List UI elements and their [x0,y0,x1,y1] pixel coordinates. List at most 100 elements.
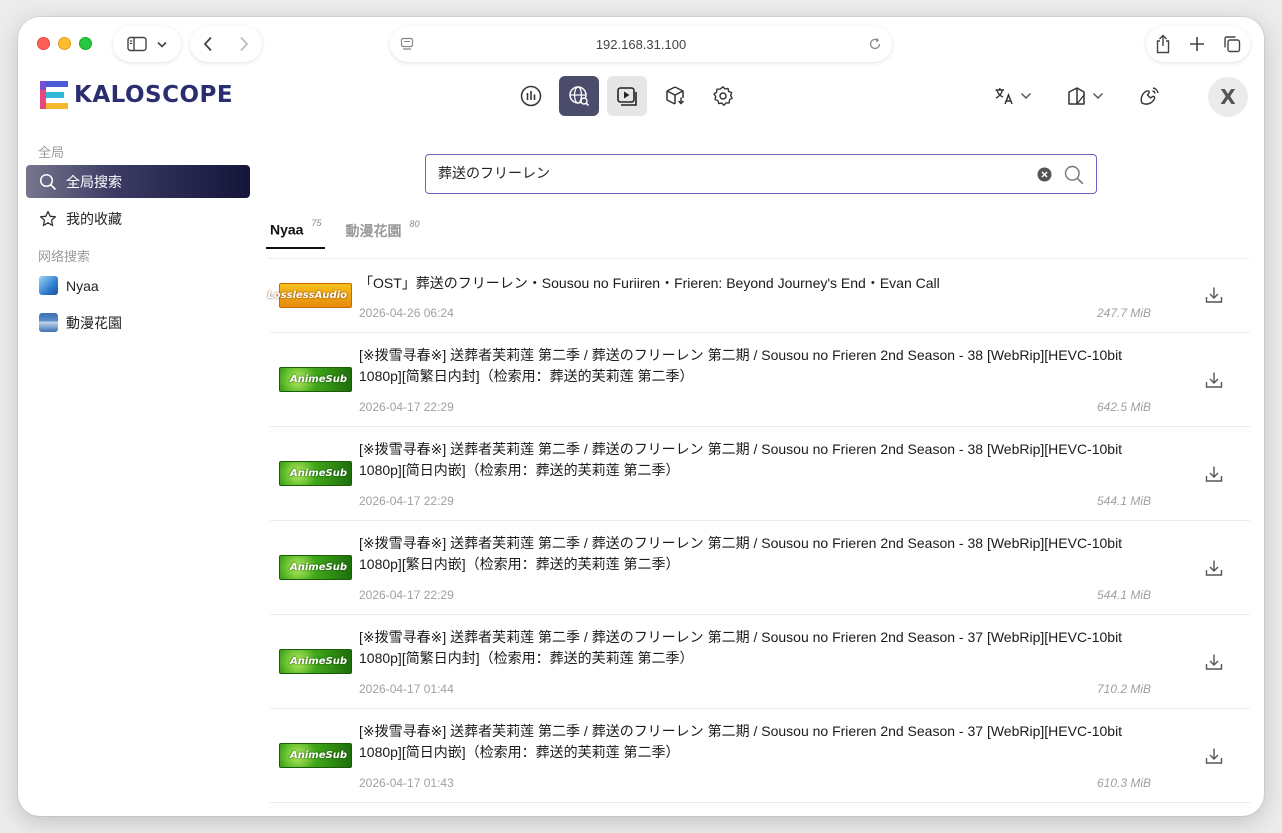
result-date: 2026-04-17 22:29 [359,400,454,414]
user-avatar[interactable]: X [1208,77,1248,117]
download-button[interactable] [1205,371,1223,394]
results-list: Lossless Audio 「OST」葬送のフリーレン・Sousou no Fu… [267,259,1250,803]
download-icon [1205,466,1223,482]
result-row[interactable]: Lossless Audio 「OST」葬送のフリーレン・Sousou no Fu… [267,259,1250,333]
connection-button[interactable] [1138,77,1162,115]
result-row[interactable]: Anime Sub [※拨雪寻春※] 送葬者芙莉莲 第二季 / 葬送のフリーレン … [270,615,1250,709]
download-button[interactable] [1205,747,1223,770]
download-button[interactable] [1205,653,1223,676]
share-icon [1156,34,1170,54]
nav-web-search-button[interactable] [559,76,599,116]
sidebar-item-label: 動漫花園 [66,314,122,331]
download-icon [1205,748,1223,764]
result-title[interactable]: [※拨雪寻春※] 送葬者芙莉莲 第二季 / 葬送のフリーレン 第二期 / Sou… [359,627,1154,669]
tab-count: 75 [311,218,322,228]
category-badge: Anime Sub [279,649,352,674]
logo-text: KALOSCOPE [74,82,234,108]
result-size: 610.3 MiB [1096,776,1151,790]
chevron-left-icon [203,36,212,52]
plus-icon [1190,37,1204,51]
result-row[interactable]: Anime Sub [※拨雪寻春※] 送葬者芙莉莲 第二季 / 葬送のフリーレン … [270,521,1250,615]
result-title[interactable]: [※拨雪寻春※] 送葬者芙莉莲 第二季 / 葬送のフリーレン 第二期 / Sou… [359,439,1154,481]
box-download-icon [666,86,685,105]
url-text: 192.168.31.100 [595,36,687,52]
result-date: 2026-04-17 01:44 [359,682,454,696]
sidebar-item-nyaa[interactable]: Nyaa [26,269,250,302]
search-submit-button[interactable] [1064,165,1084,190]
theme-selector[interactable] [1066,77,1104,115]
chevron-down-icon [1020,92,1032,100]
tab-dmhy[interactable]: 動漫花園 80 [341,217,423,249]
search-icon [1064,165,1084,185]
tab-label: 動漫花園 [345,223,402,239]
sidebar-item-favorites[interactable]: 我的收藏 [26,202,250,235]
tab-count: 80 [409,219,420,230]
traffic-lights [37,37,92,50]
result-size: 544.1 MiB [1096,588,1151,602]
play-icon [617,87,637,106]
sidebar-item-global-search[interactable]: 全局搜索 [26,165,250,198]
sidebar-item-label: 我的收藏 [66,210,122,227]
sidebar-item-dmhy[interactable]: 動漫花園 [26,306,250,339]
reload-icon[interactable] [868,37,882,51]
result-title[interactable]: [※拨雪寻春※] 送葬者芙莉莲 第二季 / 葬送のフリーレン 第二期 / Sou… [359,721,1154,763]
download-button[interactable] [1205,286,1223,309]
sidebar-toggle-button[interactable] [113,26,181,62]
sidebar-icon [127,36,147,52]
tab-nyaa[interactable]: Nyaa 75 [266,217,326,249]
stats-icon [520,85,542,107]
tab-overview-button[interactable] [1223,35,1241,53]
gear-icon [713,86,733,106]
category-badge: Anime Sub [279,555,352,580]
result-size: 247.7 MiB [1096,306,1151,320]
share-button[interactable] [1155,34,1171,54]
globe-search-icon [569,86,590,107]
back-button[interactable] [203,36,213,52]
clear-icon [1037,167,1052,182]
sidebar: 全局 全局搜索 我的收藏 网络搜索 Nyaa 動漫花園 [26,135,250,343]
download-button[interactable] [1205,465,1223,488]
result-date: 2026-04-17 01:43 [359,776,454,790]
category-badge: Lossless Audio [267,283,352,308]
page-menu-icon[interactable] [400,37,414,51]
search-box [425,154,1097,194]
title-bar: 192.168.31.100 [18,17,1264,73]
source-tabs: Nyaa 75 動漫花園 80 [266,217,440,249]
search-input[interactable] [438,165,1018,181]
minimize-window-button[interactable] [58,37,71,50]
tabs-icon [1224,36,1241,53]
new-tab-button[interactable] [1189,36,1205,52]
result-row[interactable]: Anime Sub [※拨雪寻春※] 送葬者芙莉莲 第二季 / 葬送のフリーレン … [270,427,1250,521]
dmhy-site-icon [38,313,58,332]
nav-stats-button[interactable] [511,76,551,116]
address-bar[interactable]: 192.168.31.100 [390,26,892,62]
download-icon [1205,654,1223,670]
chevron-down-icon [157,41,167,48]
nav-settings-button[interactable] [703,76,743,116]
nav-downloads-button[interactable] [655,76,695,116]
sidebar-section-web: 网络搜索 [38,249,91,264]
result-row[interactable]: Anime Sub [※拨雪寻春※] 送葬者芙莉莲 第二季 / 葬送のフリーレン … [270,709,1250,803]
forward-button[interactable] [239,36,249,52]
nyaa-site-icon [38,276,58,295]
app-logo[interactable]: KALOSCOPE [40,81,233,109]
language-selector[interactable] [994,77,1032,115]
download-icon [1205,372,1223,388]
close-window-button[interactable] [37,37,50,50]
sidebar-item-label: 全局搜索 [66,173,122,190]
result-title[interactable]: 「OST」葬送のフリーレン・Sousou no Furiiren・Frieren… [359,273,1154,294]
broadcast-icon [1140,87,1159,105]
download-button[interactable] [1205,559,1223,582]
result-size: 710.2 MiB [1096,682,1151,696]
browser-actions [1146,26,1250,62]
zoom-window-button[interactable] [79,37,92,50]
result-date: 2026-04-17 22:29 [359,588,454,602]
category-badge: Anime Sub [279,461,352,486]
result-title[interactable]: [※拨雪寻春※] 送葬者芙莉莲 第二季 / 葬送のフリーレン 第二期 / Sou… [359,345,1154,387]
clear-search-button[interactable] [1037,167,1052,187]
nav-player-button[interactable] [607,76,647,116]
header-tools [994,77,1162,115]
result-row[interactable]: Anime Sub [※拨雪寻春※] 送葬者芙莉莲 第二季 / 葬送のフリーレン … [270,333,1250,427]
result-title[interactable]: [※拨雪寻春※] 送葬者芙莉莲 第二季 / 葬送のフリーレン 第二期 / Sou… [359,533,1154,575]
tab-label: Nyaa [270,221,304,238]
